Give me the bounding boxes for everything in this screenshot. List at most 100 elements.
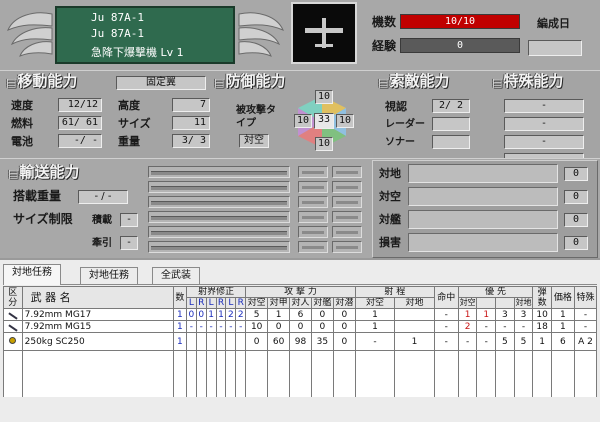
special-value-3: - [504, 135, 584, 149]
target-row-label-2: 対空 [379, 190, 401, 203]
weapon-fire-arc [195, 332, 207, 351]
cargo-slot-b6[interactable] [298, 241, 328, 253]
weapon-row[interactable]: 7.92mm MG15 1- - - - - -10 0 0 0 0 1-2- - -18 1- [3, 320, 598, 333]
cargo-slot-2[interactable] [148, 181, 290, 193]
tab-ground-mission-1[interactable]: 対地任務 [3, 264, 61, 285]
empty-cell [573, 350, 598, 397]
search-title: ▤ 索敵能力 [378, 72, 450, 90]
col-priority: 優 先 [457, 286, 534, 298]
weapon-priority: 3 [513, 308, 534, 321]
weapon-fire-arc: - [205, 320, 217, 333]
cargo-slot-3[interactable] [148, 196, 290, 208]
col-ammo: 弾数 [532, 286, 552, 309]
visual-label: 視認 [385, 100, 407, 113]
weapon-range: 1 [354, 308, 396, 321]
empty-cell [205, 350, 217, 397]
exp-bar: 0 [400, 38, 520, 53]
weapon-count: 1 [172, 332, 187, 351]
attacked-type-value: 対空 [239, 134, 269, 148]
weapon-attack: 0 [310, 308, 334, 321]
empty-cell [215, 350, 227, 397]
defense-top: 10 [315, 90, 333, 104]
cargo-slot-c3[interactable] [332, 196, 362, 208]
empty-cell [172, 350, 187, 397]
weight-label: 重量 [118, 135, 140, 148]
weapon-fire-arc: - [215, 320, 227, 333]
tab-ground-mission-2[interactable]: 対地任務 [80, 267, 138, 284]
weight-value: 3/ 3 [172, 134, 210, 148]
weapon-row[interactable]: 7.92mm MG17 1 0 0 1 1 2 2 5 1 6 0 0 1-1 1 3 3 10 1- [3, 308, 598, 321]
altitude-value: 7 [172, 98, 210, 112]
col-fire-R2: R [215, 297, 227, 309]
weapon-priority: - [476, 332, 497, 351]
mobility-type-field[interactable]: 固定翼 [116, 76, 206, 90]
size-limit-label: サイズ制限 [13, 212, 73, 226]
wing-emblem-right-icon [238, 12, 284, 57]
target-row-value-4: 0 [564, 236, 588, 250]
cargo-slot-b5[interactable] [298, 226, 328, 238]
target-row-bar-4 [408, 233, 558, 252]
empty-cell [550, 350, 575, 397]
count-bar: 10/10 [400, 14, 520, 29]
weapon-special: - [573, 320, 598, 333]
carry-value: - [120, 213, 138, 227]
speed-value: 12/12 [58, 98, 102, 112]
col-kubun: 区分 [3, 286, 23, 309]
cargo-slot-b1[interactable] [298, 166, 328, 178]
empty-cell [225, 350, 237, 397]
weapon-priority: 1 [457, 308, 478, 321]
cargo-slot-b4[interactable] [298, 211, 328, 223]
size-value: 11 [172, 116, 210, 130]
empty-cell [289, 350, 312, 397]
weapon-fire-arc [185, 332, 197, 351]
mobility-title: ▤ 移動能力 [6, 72, 78, 90]
defense-bottom: 10 [315, 137, 333, 151]
weapon-priority: 2 [457, 320, 478, 333]
cargo-slot-b3[interactable] [298, 196, 328, 208]
cargo-slot-c4[interactable] [332, 211, 362, 223]
cargo-slot-4[interactable] [148, 211, 290, 223]
cargo-slot-6[interactable] [148, 241, 290, 253]
target-row-label-4: 損害 [379, 236, 401, 249]
col-prio-3 [495, 297, 515, 309]
col-fire-R3: R [235, 297, 247, 309]
transport-title: ▤ 輸送能力 [8, 163, 80, 181]
weapon-special: - [573, 308, 598, 321]
weapon-attack: 60 [267, 332, 291, 351]
cargo-slot-c5[interactable] [332, 226, 362, 238]
tow-label: 牽引 [92, 238, 112, 249]
wing-emblem-left-icon [7, 12, 53, 57]
col-range-ground: 対地 [394, 297, 435, 309]
cargo-slot-1[interactable] [148, 166, 290, 178]
target-row-value-1: 0 [564, 167, 588, 181]
weapon-attack: 0 [332, 332, 356, 351]
weapon-attack: 10 [245, 320, 269, 333]
cargo-slot-5[interactable] [148, 226, 290, 238]
load-weight-value: - / - [78, 190, 128, 204]
weapon-price: 1 [550, 320, 575, 333]
weapon-row[interactable]: 250kg SC250 1 0 60 98 35 0-1- - -5 5 1 6 A 2 [3, 332, 598, 351]
col-weapon-name[interactable]: 武 器 名 [21, 286, 174, 309]
weapon-fire-arc: 0 [185, 308, 197, 321]
col-special: 特殊 [573, 286, 598, 309]
radar-value [432, 117, 470, 131]
cargo-slot-c1[interactable] [332, 166, 362, 178]
col-atk-air: 対空 [245, 297, 269, 309]
weapon-range: 1 [394, 332, 435, 351]
weapon-fire-arc: - [185, 320, 197, 333]
empty-cell [332, 350, 356, 397]
weapon-fire-arc: 1 [205, 308, 217, 321]
weapon-fire-arc: 1 [215, 308, 227, 321]
cargo-slot-b2[interactable] [298, 181, 328, 193]
special-value-1: - [504, 99, 584, 113]
altitude-label: 高度 [118, 99, 140, 112]
weapon-count: 1 [172, 320, 187, 333]
weapon-attack: 0 [332, 320, 356, 333]
empty-cell [21, 350, 174, 397]
tab-all-weapons[interactable]: 全武装 [152, 267, 200, 284]
load-weight-label: 搭載重量 [13, 189, 62, 203]
cargo-slot-c6[interactable] [332, 241, 362, 253]
col-hit: 命中 [433, 286, 459, 309]
weapon-fire-arc [215, 332, 227, 351]
cargo-slot-c2[interactable] [332, 181, 362, 193]
